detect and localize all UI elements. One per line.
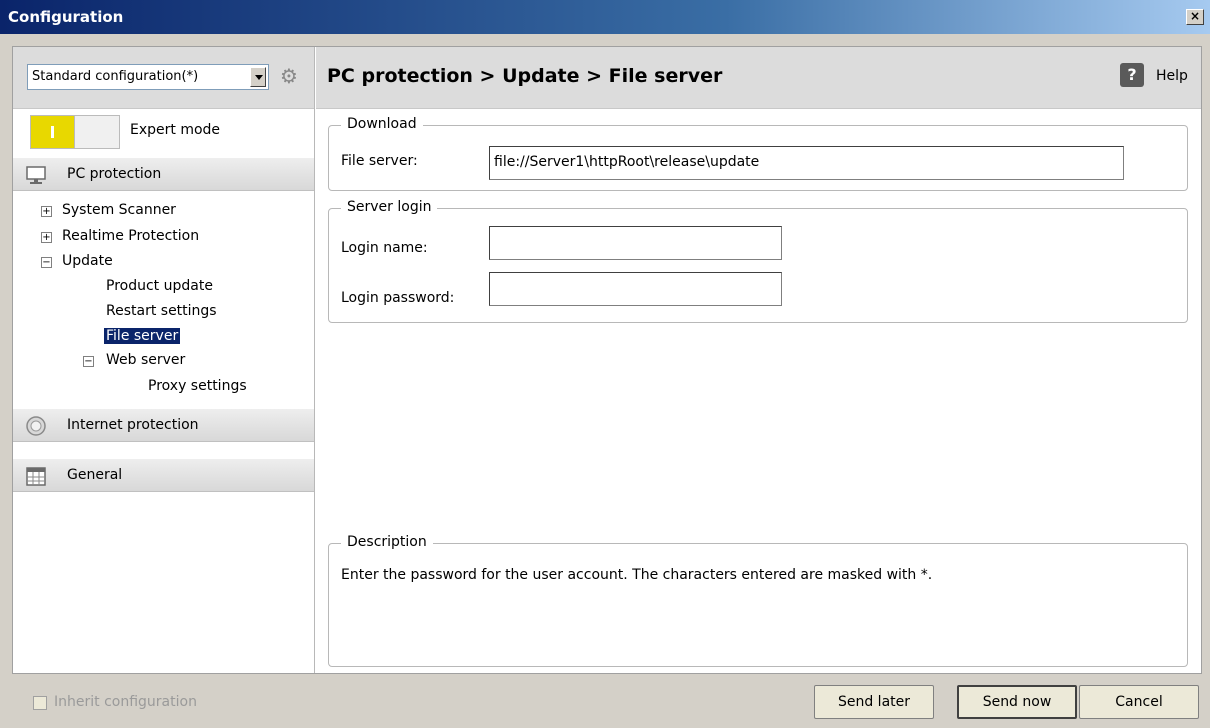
file-server-label: File server: [341, 153, 418, 169]
help-icon[interactable]: ? [1120, 63, 1144, 87]
tree-item-web-server[interactable]: Web server [106, 352, 185, 368]
close-button[interactable]: × [1186, 9, 1204, 25]
login-password-input[interactable] [489, 272, 782, 306]
expert-mode-toggle[interactable] [30, 115, 120, 149]
toggle-knob [31, 116, 75, 148]
right-header: PC protection > Update > File server ? H… [316, 47, 1201, 109]
description-group: Description Enter the password for the u… [328, 534, 1188, 667]
tree-item-update[interactable]: Update [62, 253, 113, 269]
tree-item-restart-settings[interactable]: Restart settings [106, 303, 217, 319]
expand-icon[interactable]: + [41, 206, 52, 217]
section-pc-protection[interactable]: PC protection [13, 157, 314, 191]
group-legend: Server login [341, 199, 438, 215]
inherit-configuration-checkbox[interactable] [33, 696, 47, 710]
left-pane: Standard configuration(*) ⚙ Expert mode … [13, 47, 315, 673]
inherit-configuration-label: Inherit configuration [54, 694, 197, 710]
group-legend: Download [341, 116, 423, 132]
description-text: Enter the password for the user account.… [341, 567, 933, 583]
login-name-input[interactable] [489, 226, 782, 260]
left-header: Standard configuration(*) ⚙ [13, 47, 314, 109]
server-login-group: Server login Login name: Login password: [328, 199, 1188, 323]
globe-icon [26, 416, 46, 436]
help-link[interactable]: Help [1156, 68, 1188, 84]
monitor-icon [26, 166, 46, 184]
collapse-icon[interactable]: − [83, 356, 94, 367]
login-name-label: Login name: [341, 240, 428, 256]
collapse-icon[interactable]: − [41, 257, 52, 268]
gear-icon[interactable]: ⚙ [278, 65, 300, 87]
send-later-button[interactable]: Send later [814, 685, 934, 719]
tree-item-proxy-settings[interactable]: Proxy settings [148, 378, 247, 394]
configuration-select-value: Standard configuration(*) [32, 69, 199, 84]
configuration-select[interactable]: Standard configuration(*) [27, 64, 269, 90]
tree-item-product-update[interactable]: Product update [106, 278, 213, 294]
section-label: PC protection [67, 166, 162, 182]
right-pane: PC protection > Update > File server ? H… [316, 47, 1201, 673]
group-legend: Description [341, 534, 433, 550]
file-server-input[interactable]: file://Server1\httpRoot\release\update [489, 146, 1124, 180]
title-bar: Configuration × [0, 0, 1210, 34]
section-label: General [67, 467, 123, 483]
send-now-button[interactable]: Send now [957, 685, 1077, 719]
section-internet-protection[interactable]: Internet protection [13, 408, 314, 442]
cancel-button[interactable]: Cancel [1079, 685, 1199, 719]
chevron-down-icon[interactable] [250, 67, 266, 87]
tree-item-realtime-protection[interactable]: Realtime Protection [62, 228, 199, 244]
section-general[interactable]: General [13, 458, 314, 492]
breadcrumb: PC protection > Update > File server [327, 65, 723, 87]
section-label: Internet protection [67, 417, 199, 433]
config-frame: Standard configuration(*) ⚙ Expert mode … [12, 46, 1202, 674]
expert-mode-label: Expert mode [130, 122, 221, 138]
tree-item-file-server[interactable]: File server [102, 327, 182, 345]
window-title: Configuration [8, 8, 124, 26]
login-password-label: Login password: [341, 290, 455, 306]
download-group: Download File server: file://Server1\htt… [328, 116, 1188, 191]
expand-icon[interactable]: + [41, 232, 52, 243]
tree-item-system-scanner[interactable]: System Scanner [62, 202, 176, 218]
footer-bar: Inherit configuration Send later Send no… [0, 676, 1210, 728]
calendar-icon [26, 467, 46, 486]
